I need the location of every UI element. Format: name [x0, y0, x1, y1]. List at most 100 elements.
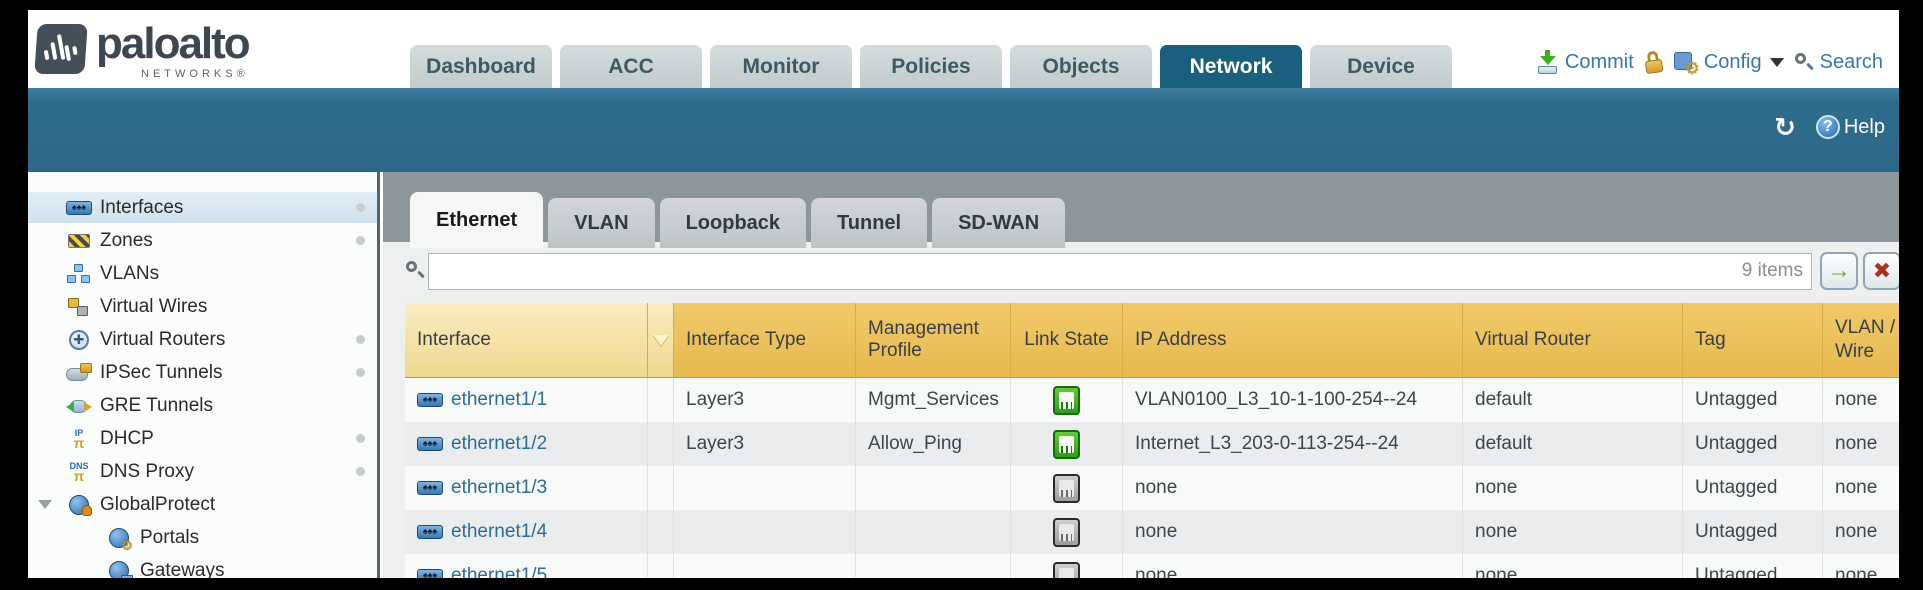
sidebar-item-label: IPSec Tunnels: [100, 362, 223, 384]
interface-type-cell: [674, 554, 856, 578]
interface-link[interactable]: ♠♠♠ethernet1/3: [417, 477, 547, 499]
tab-tunnel[interactable]: Tunnel: [811, 198, 927, 248]
item-dot: [356, 203, 365, 212]
paloalto-logo-icon: [34, 24, 87, 74]
main-content: Ethernet VLAN Loopback Tunnel SD-WAN 9 i…: [383, 172, 1899, 578]
sidebar-item-label: Zones: [100, 230, 153, 252]
commit-label: Commit: [1565, 51, 1634, 74]
ethernet-port-icon: ♠♠♠: [417, 481, 443, 495]
commit-icon: [1537, 50, 1559, 74]
config-icon: ⚙: [1674, 50, 1698, 74]
management-profile-cell: [856, 554, 1011, 578]
interface-link[interactable]: ♠♠♠ethernet1/5: [417, 565, 547, 578]
virtual-router-cell: none: [1463, 554, 1683, 578]
sidebar-item-portals[interactable]: ⚙ Portals: [28, 522, 377, 553]
tab-ethernet[interactable]: Ethernet: [410, 192, 543, 248]
tag-cell: Untagged: [1683, 510, 1823, 554]
interface-link[interactable]: ♠♠♠ethernet1/1: [417, 389, 547, 411]
table-row: ♠♠♠ethernet1/1 Layer3 Mgmt_Services VLAN…: [405, 378, 1899, 422]
management-profile-cell: [856, 466, 1011, 510]
table-row: ♠♠♠ethernet1/3 none none Untagged none: [405, 466, 1899, 510]
sidebar-item-label: Virtual Routers: [100, 329, 225, 351]
interface-link[interactable]: ♠♠♠ethernet1/2: [417, 433, 547, 455]
column-sort-dropdown[interactable]: [648, 303, 674, 378]
vlan-wire-cell: none: [1823, 510, 1899, 554]
interface-link[interactable]: ♠♠♠ethernet1/4: [417, 521, 547, 543]
column-header-interface-type[interactable]: Interface Type: [674, 303, 856, 378]
commit-button[interactable]: Commit: [1537, 50, 1634, 74]
sidebar-item-gre-tunnels[interactable]: GRE Tunnels: [28, 390, 377, 421]
lock-icon: [1642, 49, 1665, 76]
search-button[interactable]: Search: [1794, 51, 1883, 74]
search-icon: [1794, 52, 1814, 72]
gre-tunnels-icon: [66, 395, 92, 417]
config-menu-button[interactable]: ⚙ Config: [1674, 50, 1784, 74]
paloalto-logo: paloalto NETWORKS®: [36, 18, 249, 80]
sidebar-item-label: DHCP: [100, 428, 154, 450]
sidebar-item-globalprotect[interactable]: GlobalProtect: [28, 489, 377, 520]
lock-button[interactable]: [1644, 50, 1664, 74]
ip-address-cell: VLAN0100_L3_10-1-100-254--24: [1123, 378, 1463, 422]
virtual-router-cell: none: [1463, 510, 1683, 554]
sidebar-item-vlans[interactable]: VLANs: [28, 258, 377, 289]
refresh-icon[interactable]: ↻: [1774, 114, 1796, 140]
dhcp-icon: IPπ: [66, 428, 92, 450]
apply-filter-button[interactable]: →: [1820, 252, 1858, 290]
tab-device[interactable]: Device: [1310, 45, 1452, 88]
expand-triangle-icon[interactable]: [38, 500, 52, 509]
green-arrow-icon: →: [1827, 257, 1851, 285]
tab-dashboard[interactable]: Dashboard: [410, 45, 552, 88]
column-header-interface[interactable]: Interface: [405, 303, 648, 378]
tab-objects[interactable]: Objects: [1010, 45, 1152, 88]
brand-name: paloalto: [96, 18, 249, 70]
link-up-icon: [1053, 430, 1080, 459]
management-profile-cell: [856, 510, 1011, 554]
screenshot-frame: paloalto NETWORKS® Dashboard ACC Monitor…: [0, 0, 1923, 590]
tab-vlan[interactable]: VLAN: [548, 198, 654, 248]
sidebar-item-gateways[interactable]: Gateways: [28, 555, 377, 578]
item-dot: [356, 335, 365, 344]
zones-icon: [66, 230, 92, 252]
top-header: paloalto NETWORKS® Dashboard ACC Monitor…: [28, 10, 1899, 88]
filter-input[interactable]: [428, 253, 1812, 290]
red-x-icon: ✖: [1873, 258, 1891, 284]
tag-cell: Untagged: [1683, 422, 1823, 466]
interface-type-cell: [674, 510, 856, 554]
virtual-router-cell: default: [1463, 422, 1683, 466]
sidebar-item-dhcp[interactable]: IPπ DHCP: [28, 423, 377, 454]
clear-filter-button[interactable]: ✖: [1863, 252, 1899, 290]
tab-loopback[interactable]: Loopback: [660, 198, 806, 248]
sidebar-item-zones[interactable]: Zones: [28, 225, 377, 256]
sidebar-item-label: GlobalProtect: [100, 494, 215, 516]
column-header-link-state[interactable]: Link State: [1011, 303, 1123, 378]
globalprotect-icon: [66, 494, 92, 516]
sidebar-item-virtual-wires[interactable]: Virtual Wires: [28, 291, 377, 322]
help-button[interactable]: ? Help: [1816, 115, 1885, 139]
config-label: Config: [1704, 51, 1762, 74]
column-header-tag[interactable]: Tag: [1683, 303, 1823, 378]
ip-address-cell: none: [1123, 554, 1463, 578]
interfaces-icon: ♠♠♠: [66, 197, 92, 219]
teal-toolbar: ↻ ? Help: [28, 88, 1899, 172]
sidebar-item-dns-proxy[interactable]: DNSπ DNS Proxy: [28, 456, 377, 487]
column-header-virtual-router[interactable]: Virtual Router: [1463, 303, 1683, 378]
ethernet-port-icon: ♠♠♠: [417, 437, 443, 451]
tab-sdwan[interactable]: SD-WAN: [932, 198, 1065, 248]
column-header-management-profile[interactable]: Management Profile: [856, 303, 1011, 378]
sidebar-item-interfaces[interactable]: ♠♠♠ Interfaces: [28, 192, 377, 223]
help-label: Help: [1844, 116, 1885, 139]
sidebar-item-virtual-routers[interactable]: ✚ Virtual Routers: [28, 324, 377, 355]
tab-acc[interactable]: ACC: [560, 45, 702, 88]
tab-monitor[interactable]: Monitor: [710, 45, 852, 88]
chevron-down-icon: [1770, 58, 1784, 67]
column-header-vlan-wire[interactable]: VLAN / VWire: [1823, 303, 1899, 378]
gateways-icon: [106, 560, 132, 579]
ethernet-interfaces-table: Interface Interface Type Management Prof…: [405, 303, 1899, 578]
sidebar-item-ipsec-tunnels[interactable]: IPSec Tunnels: [28, 357, 377, 388]
tab-policies[interactable]: Policies: [860, 45, 1002, 88]
column-header-ip-address[interactable]: IP Address: [1123, 303, 1463, 378]
search-label: Search: [1820, 51, 1883, 74]
tab-network[interactable]: Network: [1160, 45, 1302, 88]
link-down-icon: [1053, 474, 1080, 503]
link-up-icon: [1053, 386, 1080, 415]
